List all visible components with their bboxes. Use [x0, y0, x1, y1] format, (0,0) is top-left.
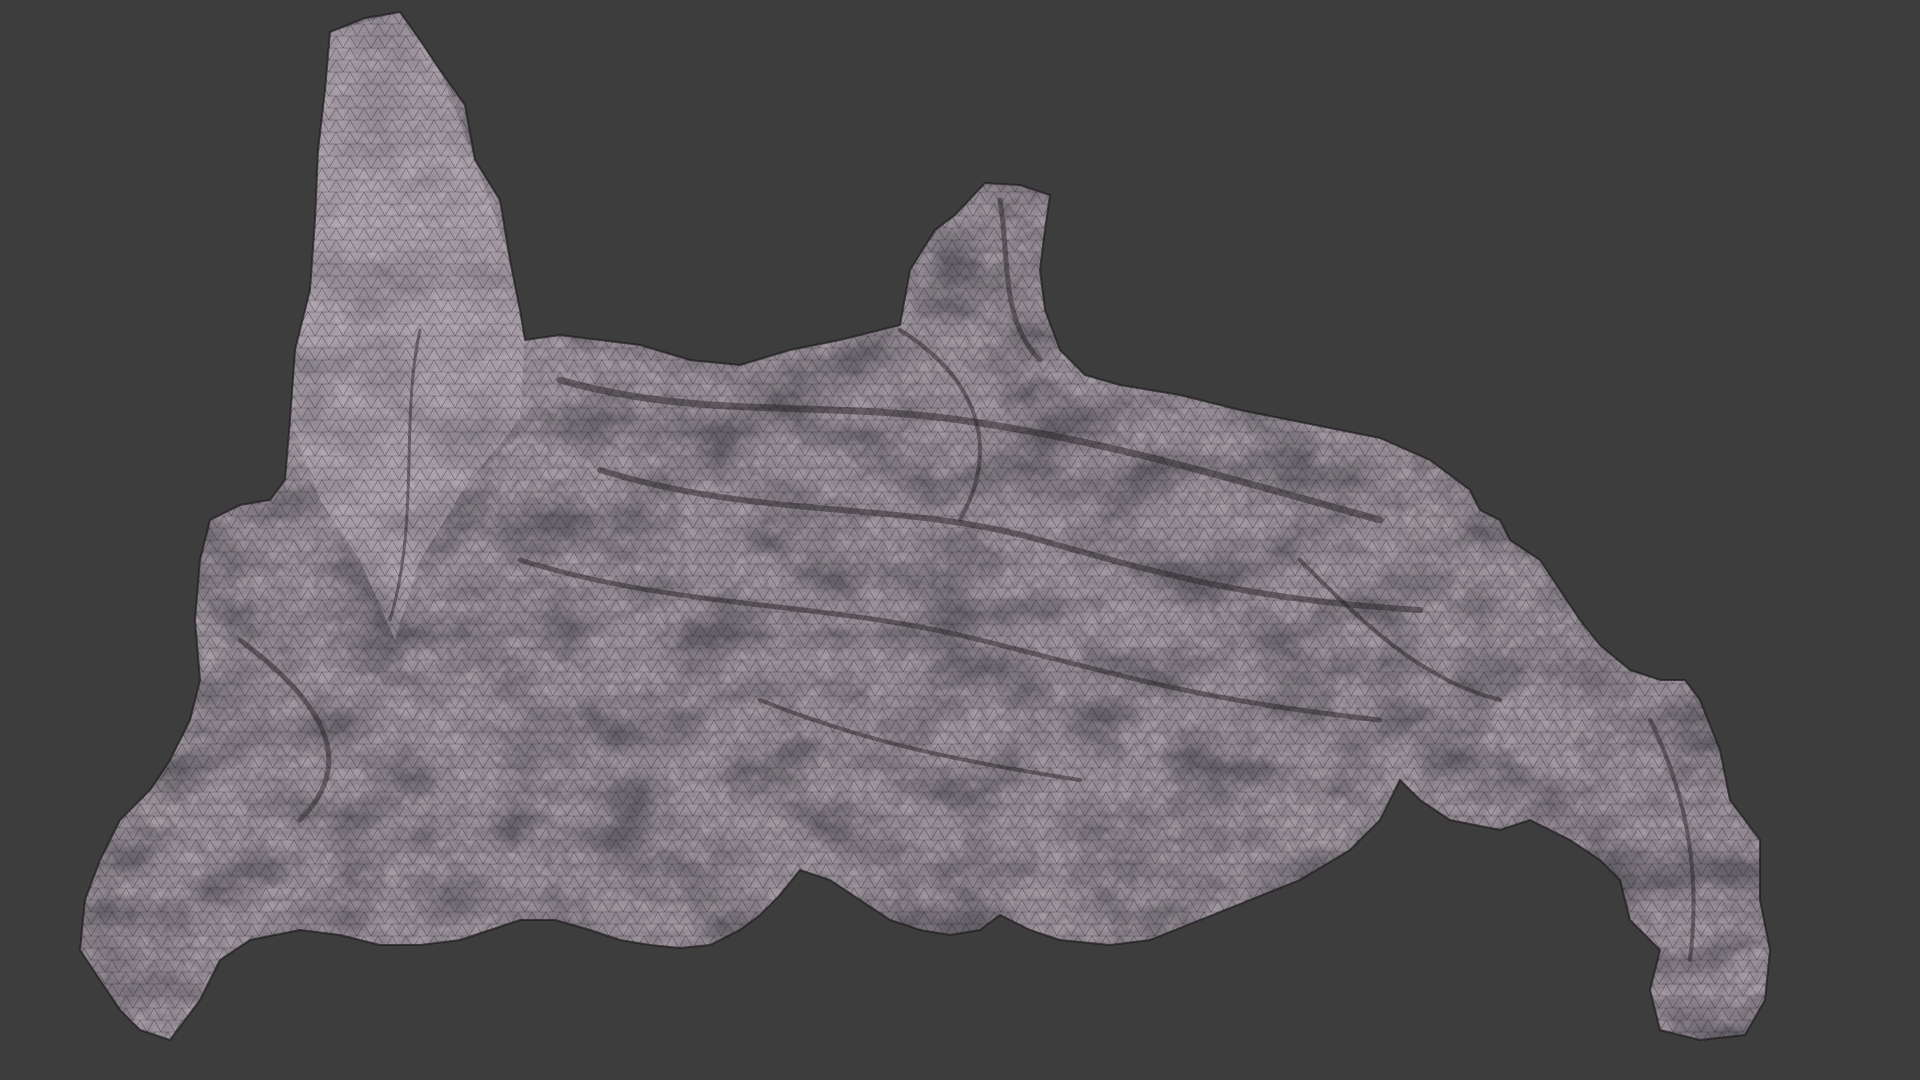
terrain-mesh[interactable] [0, 0, 1920, 1080]
viewport-canvas[interactable] [0, 0, 1920, 1080]
3d-viewport[interactable] [0, 0, 1920, 1080]
